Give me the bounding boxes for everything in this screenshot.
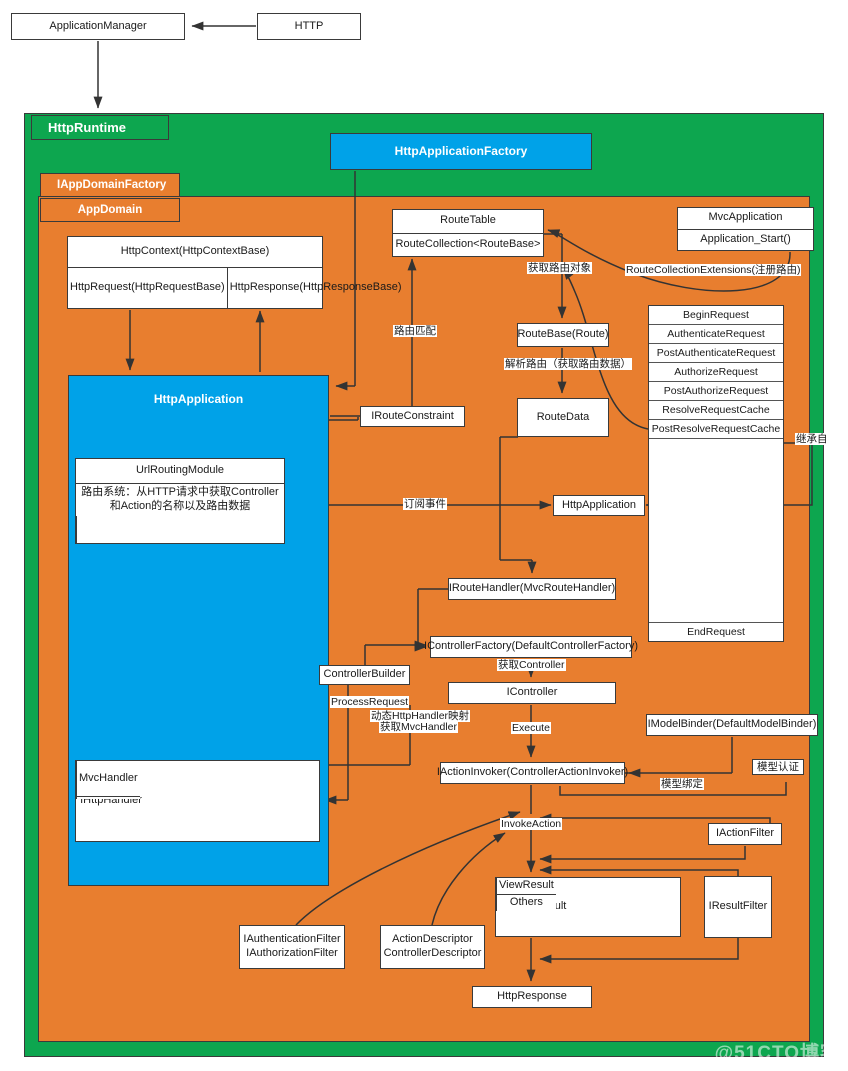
event-resolverequestcache[interactable]: ResolveRequestCache bbox=[649, 401, 783, 420]
label-route-match: 路由匹配 bbox=[393, 325, 437, 338]
appdomain-header: AppDomain bbox=[40, 198, 180, 222]
label-execute: Execute bbox=[511, 722, 551, 735]
others-cell: Others bbox=[497, 893, 556, 911]
event-endrequest[interactable]: EndRequest bbox=[649, 622, 783, 641]
httpruntime-header: HttpRuntime bbox=[31, 115, 169, 140]
httpcontext-group: HttpContext(HttpContextBase) HttpRequest… bbox=[67, 236, 402, 309]
event-postresolverequestcache[interactable]: PostResolveRequestCache bbox=[649, 420, 783, 439]
irouteconstraint-box[interactable]: IRouteConstraint bbox=[360, 406, 465, 427]
event-stack-spacer bbox=[649, 439, 783, 622]
iactionfilter-box[interactable]: IActionFilter bbox=[708, 823, 782, 845]
httpresponse-cell: HttpResponse(HttpResponseBase) bbox=[226, 268, 404, 308]
iroutehandler-box[interactable]: IRouteHandler(MvcRouteHandler) bbox=[448, 578, 616, 600]
httpapplication-event-stack: BeginRequest AuthenticateRequest PostAut… bbox=[648, 305, 784, 642]
http-box[interactable]: HTTP bbox=[257, 13, 361, 40]
httpcontext-cell: HttpContext(HttpContextBase) bbox=[120, 245, 270, 258]
label-invoke-action: InvokeAction bbox=[500, 818, 563, 831]
label-get-mvchandler: 获取MvcHandler bbox=[379, 721, 459, 734]
event-postauthorizerequest[interactable]: PostAuthorizeRequest bbox=[649, 382, 783, 401]
viewresult-cell: ViewResult bbox=[499, 879, 554, 891]
mvchandler-cell: MvcHandler bbox=[79, 771, 138, 784]
label-get-route-object: 获取路由对象 bbox=[527, 262, 592, 275]
event-authenticaterequest[interactable]: AuthenticateRequest bbox=[649, 325, 783, 344]
iappdomainfactory-header: IAppDomainFactory bbox=[40, 173, 180, 197]
label-model-binding: 模型绑定 bbox=[660, 778, 704, 791]
event-beginrequest[interactable]: BeginRequest bbox=[649, 306, 783, 325]
label-routecollectionextensions: RouteCollectionExtensions(注册路由) bbox=[625, 264, 802, 277]
mvchandler-body bbox=[77, 796, 140, 799]
application-manager-box[interactable]: ApplicationManager bbox=[11, 13, 185, 40]
label-process-request: ProcessRequest bbox=[330, 696, 410, 709]
label-model-validation: 模型认证 bbox=[752, 759, 804, 776]
label-get-controller: 获取Controller bbox=[497, 659, 566, 672]
iactioninvoker-box[interactable]: IActionInvoker(ControllerActionInvoker) bbox=[437, 762, 628, 784]
label-inherits-from: 继承自 bbox=[795, 433, 829, 446]
routetable-group[interactable]: RouteTable RouteCollection<RouteBase> bbox=[392, 209, 544, 257]
event-postauthenticaterequest[interactable]: PostAuthenticateRequest bbox=[649, 344, 783, 363]
httpresponse-out-box[interactable]: HttpResponse bbox=[472, 986, 592, 1008]
controllerbuilder-box[interactable]: ControllerBuilder bbox=[319, 665, 410, 685]
routecollection-label: RouteCollection<RouteBase> bbox=[393, 232, 543, 257]
label-parse-route: 解析路由（获取路由数据） bbox=[504, 358, 632, 371]
mvcapplication-label: MvcApplication bbox=[708, 211, 783, 224]
httpapplicationfactory-box[interactable]: HttpApplicationFactory bbox=[330, 133, 592, 170]
urlroutingmodule-desc: 路由系统：从HTTP请求中获取Controller和Action的名称以及路由数… bbox=[76, 483, 284, 516]
httpapplication-title: HttpApplication bbox=[153, 392, 244, 406]
event-authorizerequest[interactable]: AuthorizeRequest bbox=[649, 363, 783, 382]
auth-filters-box[interactable]: IAuthenticationFilter IAuthorizationFilt… bbox=[239, 925, 345, 969]
routebase-box[interactable]: RouteBase(Route) bbox=[517, 323, 609, 347]
watermark: @51CTO博客 bbox=[714, 1043, 840, 1064]
httpapplication-ref-box[interactable]: HttpApplication bbox=[553, 495, 645, 516]
actionresult-group: ActionResult ViewResult Others bbox=[495, 877, 681, 937]
descriptors-box[interactable]: ActionDescriptor ControllerDescriptor bbox=[380, 925, 485, 969]
imodelbinder-box[interactable]: IModelBinder(DefaultModelBinder) bbox=[646, 714, 818, 736]
httprequest-cell: HttpRequest(HttpRequestBase) bbox=[70, 281, 225, 294]
icontroller-box[interactable]: IController bbox=[448, 682, 616, 704]
urlroutingmodule-label: UrlRoutingModule bbox=[135, 464, 225, 477]
application-start-label: Application_Start() bbox=[678, 228, 813, 251]
urlroutingmodule-group: UrlRoutingModule 路由系统：从HTTP请求中获取Controll… bbox=[75, 458, 285, 544]
ihttphandler-group: IHttpHandler MvcHandler bbox=[75, 760, 320, 842]
label-subscribe-event: 订阅事件 bbox=[403, 498, 447, 511]
routedata-box[interactable]: RouteData bbox=[517, 398, 609, 437]
mvcapplication-group[interactable]: MvcApplication Application_Start() bbox=[677, 207, 814, 251]
icontrollerfactory-box[interactable]: IControllerFactory(DefaultControllerFact… bbox=[424, 636, 638, 658]
iresultfilter-box[interactable]: IResultFilter bbox=[704, 876, 772, 938]
diagram-canvas: ApplicationManager HTTP HttpRuntime Http… bbox=[0, 0, 848, 1071]
routetable-label: RouteTable bbox=[440, 214, 496, 227]
